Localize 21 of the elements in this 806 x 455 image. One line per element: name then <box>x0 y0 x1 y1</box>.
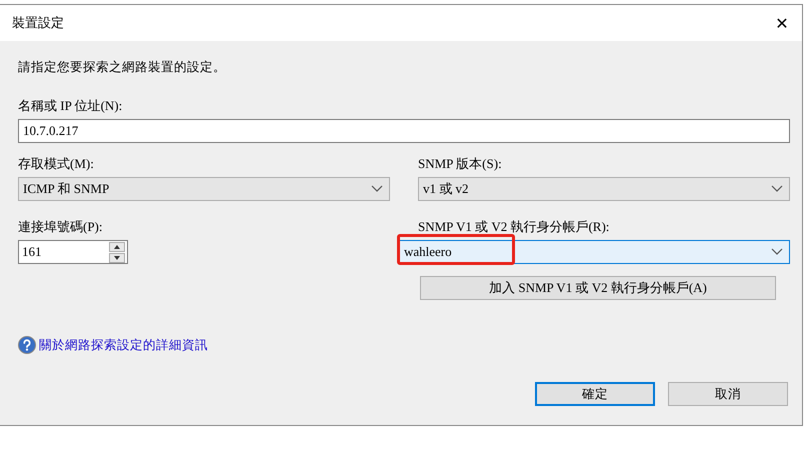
window-title: 裝置設定 <box>12 15 64 32</box>
dropdown[interactable]: v1 或 v2 <box>418 177 790 201</box>
dropdown[interactable]: ICMP 和 SNMP <box>18 177 390 201</box>
field-label: SNMP V1 或 V2 執行身分帳戶(R): <box>418 218 610 236</box>
help-link[interactable]: 關於網路探索設定的詳細資訊 <box>39 336 208 354</box>
chevron-down-icon <box>771 185 783 193</box>
field-label: 存取模式(M): <box>18 155 95 173</box>
dropdown[interactable]: wahleero <box>399 240 790 264</box>
input-field[interactable]: 10.7.0.217 <box>18 119 790 143</box>
instruction-text: 請指定您要探索之網路裝置的設定。 <box>18 59 227 76</box>
chevron-down-icon <box>371 185 383 193</box>
ok-button[interactable]: 確定 <box>535 382 655 406</box>
number-field[interactable]: 161 <box>18 240 128 264</box>
close-button[interactable]: ✕ <box>762 5 802 41</box>
field-label: SNMP 版本(S): <box>418 155 503 173</box>
cancel-button[interactable]: 取消 <box>668 382 788 406</box>
help-icon <box>18 336 36 354</box>
field-label: 名稱或 IP 位址(N): <box>18 97 124 115</box>
field-label: 連接埠號碼(P): <box>18 218 104 236</box>
add-account-button[interactable]: 加入 SNMP V1 或 V2 執行身分帳戶(A) <box>420 276 776 300</box>
chevron-down-icon <box>771 248 783 256</box>
